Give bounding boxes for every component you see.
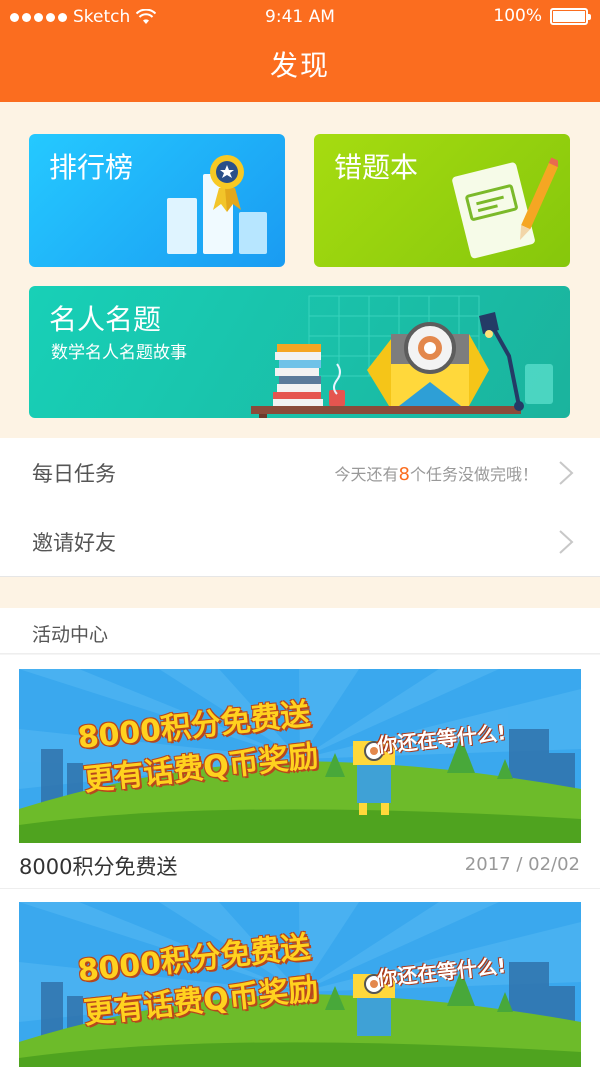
desk-illustration — [251, 295, 553, 418]
famous-problems-card[interactable]: 名人名题 数学名人名题故事 — [29, 286, 570, 418]
battery-icon — [550, 7, 591, 25]
hint-suffix: 个任务没做完哦！ — [409, 465, 538, 484]
daily-tasks-label: 每日任务 — [32, 462, 116, 486]
activity-item[interactable]: 8000积分免费送 更有话费Q币奖励 你还在等什么! — [0, 889, 600, 1067]
page-title: 发现 — [269, 49, 330, 82]
notebook-icon — [452, 157, 558, 259]
activity-center-header: 活动中心 — [0, 608, 600, 654]
leaderboard-card[interactable]: 排行榜 — [29, 134, 285, 267]
chevron-right-icon — [559, 461, 574, 485]
status-bar: Sketch 9:41 AM 100% — [0, 0, 600, 34]
activity-center-title: 活动中心 — [32, 624, 109, 646]
battery-group: 100% — [493, 6, 591, 26]
feature-cards: 排行榜 错题本 名人名题 数学名人名题故事 — [0, 102, 600, 438]
battery-percent: 100% — [493, 6, 542, 26]
daily-tasks-row[interactable]: 每日任务 今天还有8个任务没做完哦！ — [0, 438, 600, 508]
activity-item[interactable]: 8000积分免费送 更有话费Q币奖励 你还在等什么! 8000积分免费送 201… — [0, 655, 600, 889]
activity-title: 8000积分免费送 — [19, 855, 178, 879]
invite-friends-row[interactable]: 邀请好友 — [0, 507, 600, 577]
nav-header: Sketch 9:41 AM 100% 发现 — [0, 0, 600, 102]
famous-problems-subtitle: 数学名人名题故事 — [51, 343, 187, 363]
activity-banner[interactable]: 8000积分免费送 更有话费Q币奖励 你还在等什么! — [19, 669, 581, 843]
leaderboard-icon — [167, 155, 267, 254]
invite-friends-label: 邀请好友 — [32, 531, 116, 555]
leaderboard-label: 排行榜 — [49, 151, 134, 184]
mistake-book-card[interactable]: 错题本 — [314, 134, 570, 267]
mistake-book-label: 错题本 — [334, 151, 419, 184]
daily-tasks-hint: 今天还有8个任务没做完哦！ — [335, 461, 538, 485]
chevron-right-icon — [559, 530, 574, 554]
hint-prefix: 今天还有 — [334, 465, 399, 484]
task-count: 8 — [398, 464, 410, 485]
activity-banner[interactable]: 8000积分免费送 更有话费Q币奖励 你还在等什么! — [19, 902, 581, 1067]
section-divider — [0, 577, 600, 608]
famous-problems-label: 名人名题 — [49, 303, 162, 336]
activity-date: 2017 / 02/02 — [464, 854, 580, 875]
